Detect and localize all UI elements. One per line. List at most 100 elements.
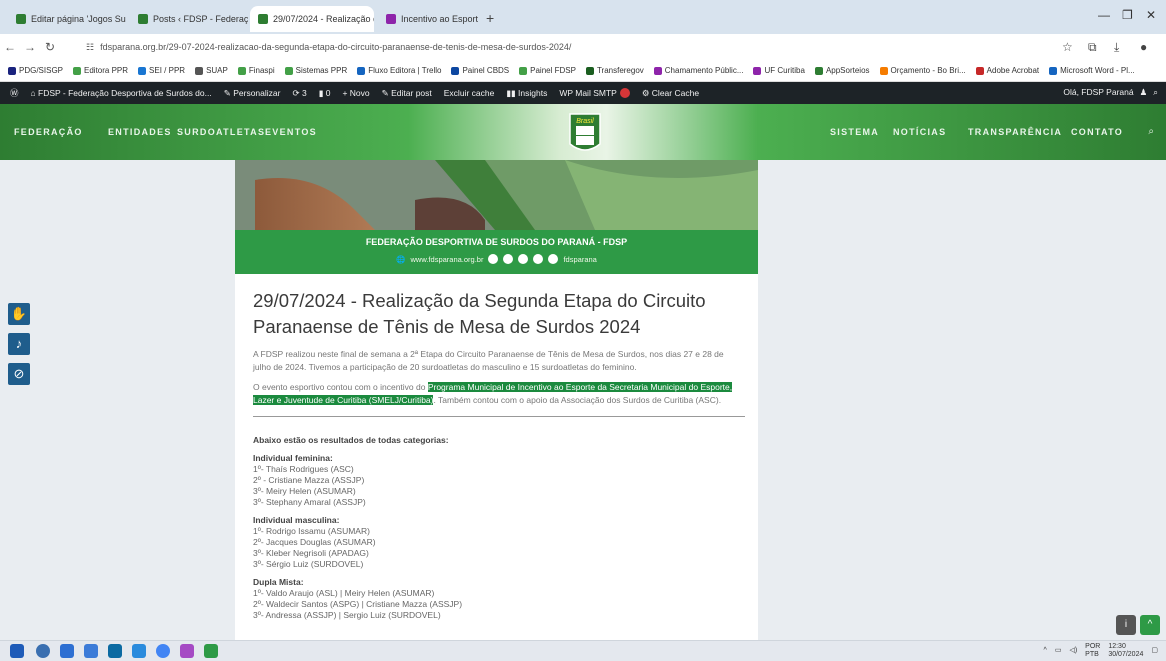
bookmark-label: Painel FDSP	[530, 66, 576, 75]
download-icon[interactable]: ⤓	[1114, 40, 1119, 55]
bookmark-item[interactable]: Finaspi	[237, 66, 275, 75]
browser-tab-active[interactable]: 29/07/2024 - Realização da Se ✕	[250, 6, 374, 32]
results-lead: Abaixo estão os resultados de todas cate…	[253, 435, 449, 445]
bookmark-item[interactable]: SEI / PPR	[138, 66, 185, 75]
nav-contato[interactable]: CONTATO	[1071, 127, 1123, 137]
bookmark-star-icon[interactable]: ☆	[1062, 40, 1073, 54]
fdsp-logo[interactable]: Brasil	[568, 110, 602, 156]
bookmark-item[interactable]: SUAP	[195, 66, 228, 75]
edit-post-link[interactable]: ✎ Editar post	[382, 88, 432, 99]
nav-eventos[interactable]: EVENTOS	[265, 127, 317, 137]
new-tab-icon[interactable]: +	[486, 10, 494, 26]
bookmark-label: PDG/SISGP	[19, 66, 64, 75]
bookmark-item[interactable]: Orçamento - Bo Bri...	[879, 66, 966, 75]
app-icon[interactable]	[180, 644, 194, 658]
clear-cache-link-2[interactable]: ⚙ Clear Cache	[642, 88, 699, 99]
user-avatar-icon[interactable]: ♟	[1140, 87, 1148, 98]
windows-start-icon[interactable]	[10, 644, 24, 658]
task-view-icon[interactable]	[60, 644, 74, 658]
facebook-icon	[488, 254, 499, 264]
bookmark-label: Finaspi	[248, 66, 275, 75]
keyboard-language[interactable]: POR PTB	[1085, 643, 1100, 659]
url-bar[interactable]: ☷ fdsparana.org.br/29-07-2024-realizacao…	[80, 38, 980, 56]
browser-tab[interactable]: Incentivo ao Esporte ✕	[378, 6, 478, 32]
bookmark-item[interactable]: Transferegov	[585, 66, 644, 75]
bookmark-item[interactable]: AppSorteios	[814, 66, 870, 75]
volume-icon[interactable]: ◁)	[1069, 647, 1077, 655]
network-icon[interactable]: ▭	[1055, 647, 1062, 655]
store-icon[interactable]	[132, 644, 146, 658]
forward-icon[interactable]: →	[20, 40, 40, 54]
sign-language-icon[interactable]: ✋	[8, 303, 30, 325]
nav-noticias[interactable]: NOTÍCIAS	[893, 127, 946, 137]
extensions-icon[interactable]: ⧉	[1088, 40, 1097, 55]
site-search-icon[interactable]: ⌕	[1148, 126, 1154, 137]
browser-tab[interactable]: Posts ‹ FDSP - Federação Despo ✕	[130, 6, 248, 32]
nav-surdoatletas[interactable]: SURDOATLETAS	[177, 127, 265, 137]
search-icon[interactable]: ⌕	[1153, 87, 1158, 98]
bookmark-item[interactable]: PDG/SISGP	[8, 66, 63, 75]
bookmark-label: Adobe Acrobat	[986, 66, 1040, 75]
bookmark-item[interactable]: Fluxo Editora | Trello	[357, 66, 441, 75]
clear-cache-link[interactable]: Excluir cache	[444, 88, 495, 98]
bookmark-item[interactable]: Editora PPR	[73, 66, 128, 75]
nav-entidades[interactable]: ENTIDADES	[108, 127, 172, 137]
bookmark-item[interactable]: Adobe Acrobat	[975, 66, 1040, 75]
account-greeting[interactable]: Olá, FDSP Paraná	[1063, 87, 1133, 98]
bookmark-item[interactable]: Sistemas PPR	[284, 66, 347, 75]
bookmark-item[interactable]: UF Curitiba	[753, 66, 805, 75]
bookmark-item[interactable]: Chamamento Públic...	[653, 66, 743, 75]
customize-link[interactable]: ✎ Personalizar	[224, 88, 281, 99]
new-content-link[interactable]: + Novo	[342, 88, 369, 98]
minimize-icon[interactable]: —	[1098, 8, 1110, 22]
nav-transparencia[interactable]: TRANSPARÊNCIA	[968, 127, 1062, 137]
tray-chevron-icon[interactable]: ^	[1044, 647, 1047, 655]
banner-title: FEDERAÇÃO DESPORTIVA DE SURDOS DO PARANÁ…	[365, 237, 628, 247]
audio-reader-icon[interactable]: ♪	[8, 333, 30, 355]
browser-tab[interactable]: Editar página 'Jogos Surdoolím ✕	[8, 6, 126, 32]
svg-text:Brasil: Brasil	[576, 118, 594, 125]
app-icon-green[interactable]	[204, 644, 218, 658]
edge-icon[interactable]	[108, 644, 122, 658]
reload-icon[interactable]: ↻	[40, 40, 60, 54]
result-line: 3º- Andressa (ASSJP) | Sergio Luiz (SURD…	[253, 610, 441, 620]
result-line: 3º- Meiry Helen (ASUMAR)	[253, 486, 356, 496]
tab-label: Editar página 'Jogos Surdoolím	[31, 14, 126, 24]
nav-sistema[interactable]: SISTEMA	[830, 127, 879, 137]
file-explorer-icon[interactable]	[84, 644, 98, 658]
back-icon[interactable]: ←	[0, 40, 20, 54]
chrome-icon[interactable]	[156, 644, 170, 658]
scroll-top-icon[interactable]: ^	[1140, 615, 1160, 635]
result-line: 3º- Kleber Negrisoli (APADAG)	[253, 548, 369, 558]
admin-site-link[interactable]: ⌂ FDSP - Federação Desportiva de Surdos …	[31, 88, 212, 98]
updates-link[interactable]: ⟳ 3	[292, 88, 306, 99]
bookmark-favicon-icon	[138, 66, 147, 75]
search-taskbar-icon[interactable]	[36, 644, 50, 658]
clock[interactable]: 12:30 30/07/2024	[1108, 643, 1143, 659]
bookmark-label: Orçamento - Bo Bri...	[890, 66, 966, 75]
insights-link[interactable]: ▮▮ Insights	[506, 88, 547, 99]
post-article: 29/07/2024 - Realização da Segunda Etapa…	[235, 274, 758, 640]
site-info-icon[interactable]: ☷	[86, 42, 94, 53]
hide-eye-icon[interactable]: ⊘	[8, 363, 30, 385]
result-line: 3º- Sérgio Luiz (SURDOVEL)	[253, 559, 364, 569]
bookmark-label: SUAP	[206, 66, 228, 75]
bookmark-favicon-icon	[195, 66, 204, 75]
wordpress-icon[interactable]: Ⓦ	[10, 87, 19, 99]
nav-federacao[interactable]: FEDERAÇÃO	[14, 127, 83, 137]
bookmark-item[interactable]: Microsoft Word - Pl...	[1049, 66, 1135, 75]
info-icon[interactable]: i	[1116, 615, 1136, 635]
banner-site: www.fdsparana.org.br	[410, 254, 484, 264]
youtube-icon	[518, 254, 529, 264]
bookmark-favicon-icon	[1049, 66, 1058, 75]
restore-icon[interactable]: ❐	[1122, 8, 1133, 22]
notifications-icon[interactable]: ▢	[1151, 647, 1158, 655]
wp-mail-smtp-link[interactable]: WP Mail SMTP	[559, 88, 630, 99]
close-window-icon[interactable]: ✕	[1146, 8, 1156, 22]
bookmark-item[interactable]: Painel FDSP	[519, 66, 576, 75]
bookmark-item[interactable]: Painel CBDS	[451, 66, 509, 75]
results-category-heading: Dupla Mista:	[253, 577, 304, 587]
lang-label: POR	[1085, 643, 1101, 650]
profile-avatar[interactable]: ●	[1140, 40, 1147, 54]
comments-link[interactable]: ▮ 0	[319, 88, 331, 99]
